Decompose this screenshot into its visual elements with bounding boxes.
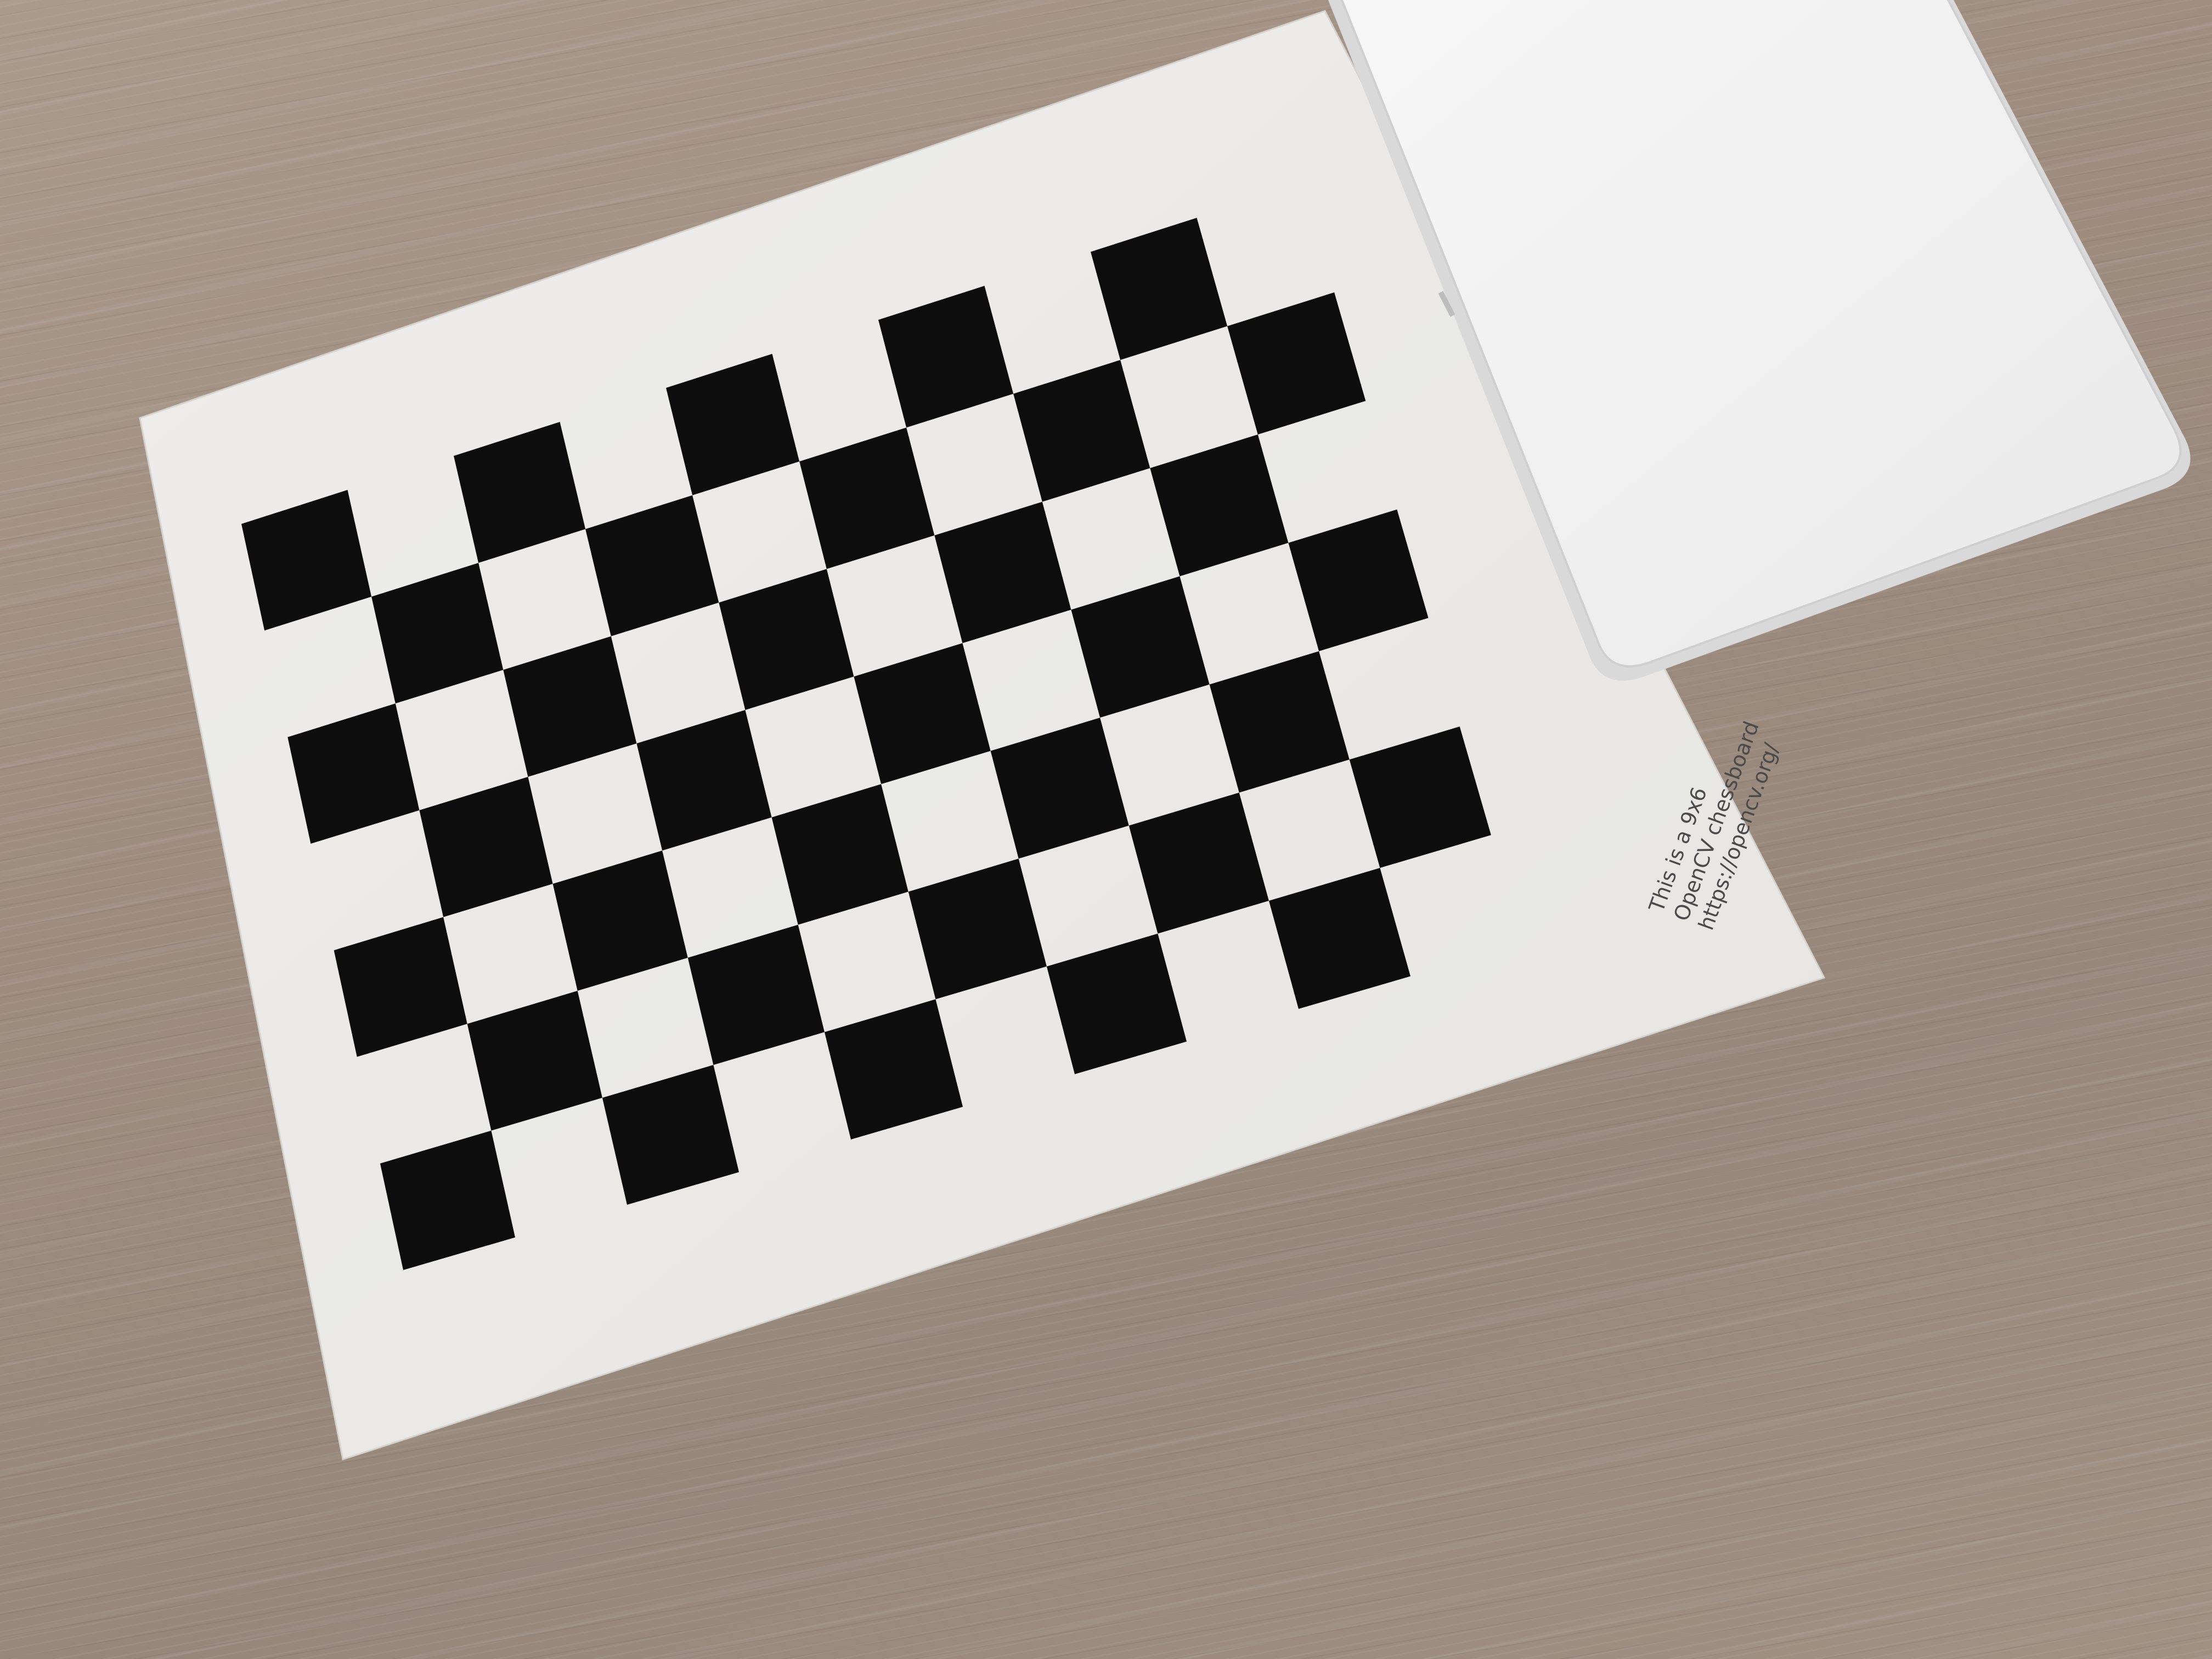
scene-drawing: This is a 9x6 OpenCV chessboard https://… [139,0,2191,1460]
wooden-table-surface: This is a 9x6 OpenCV chessboard https://… [0,0,2212,1659]
